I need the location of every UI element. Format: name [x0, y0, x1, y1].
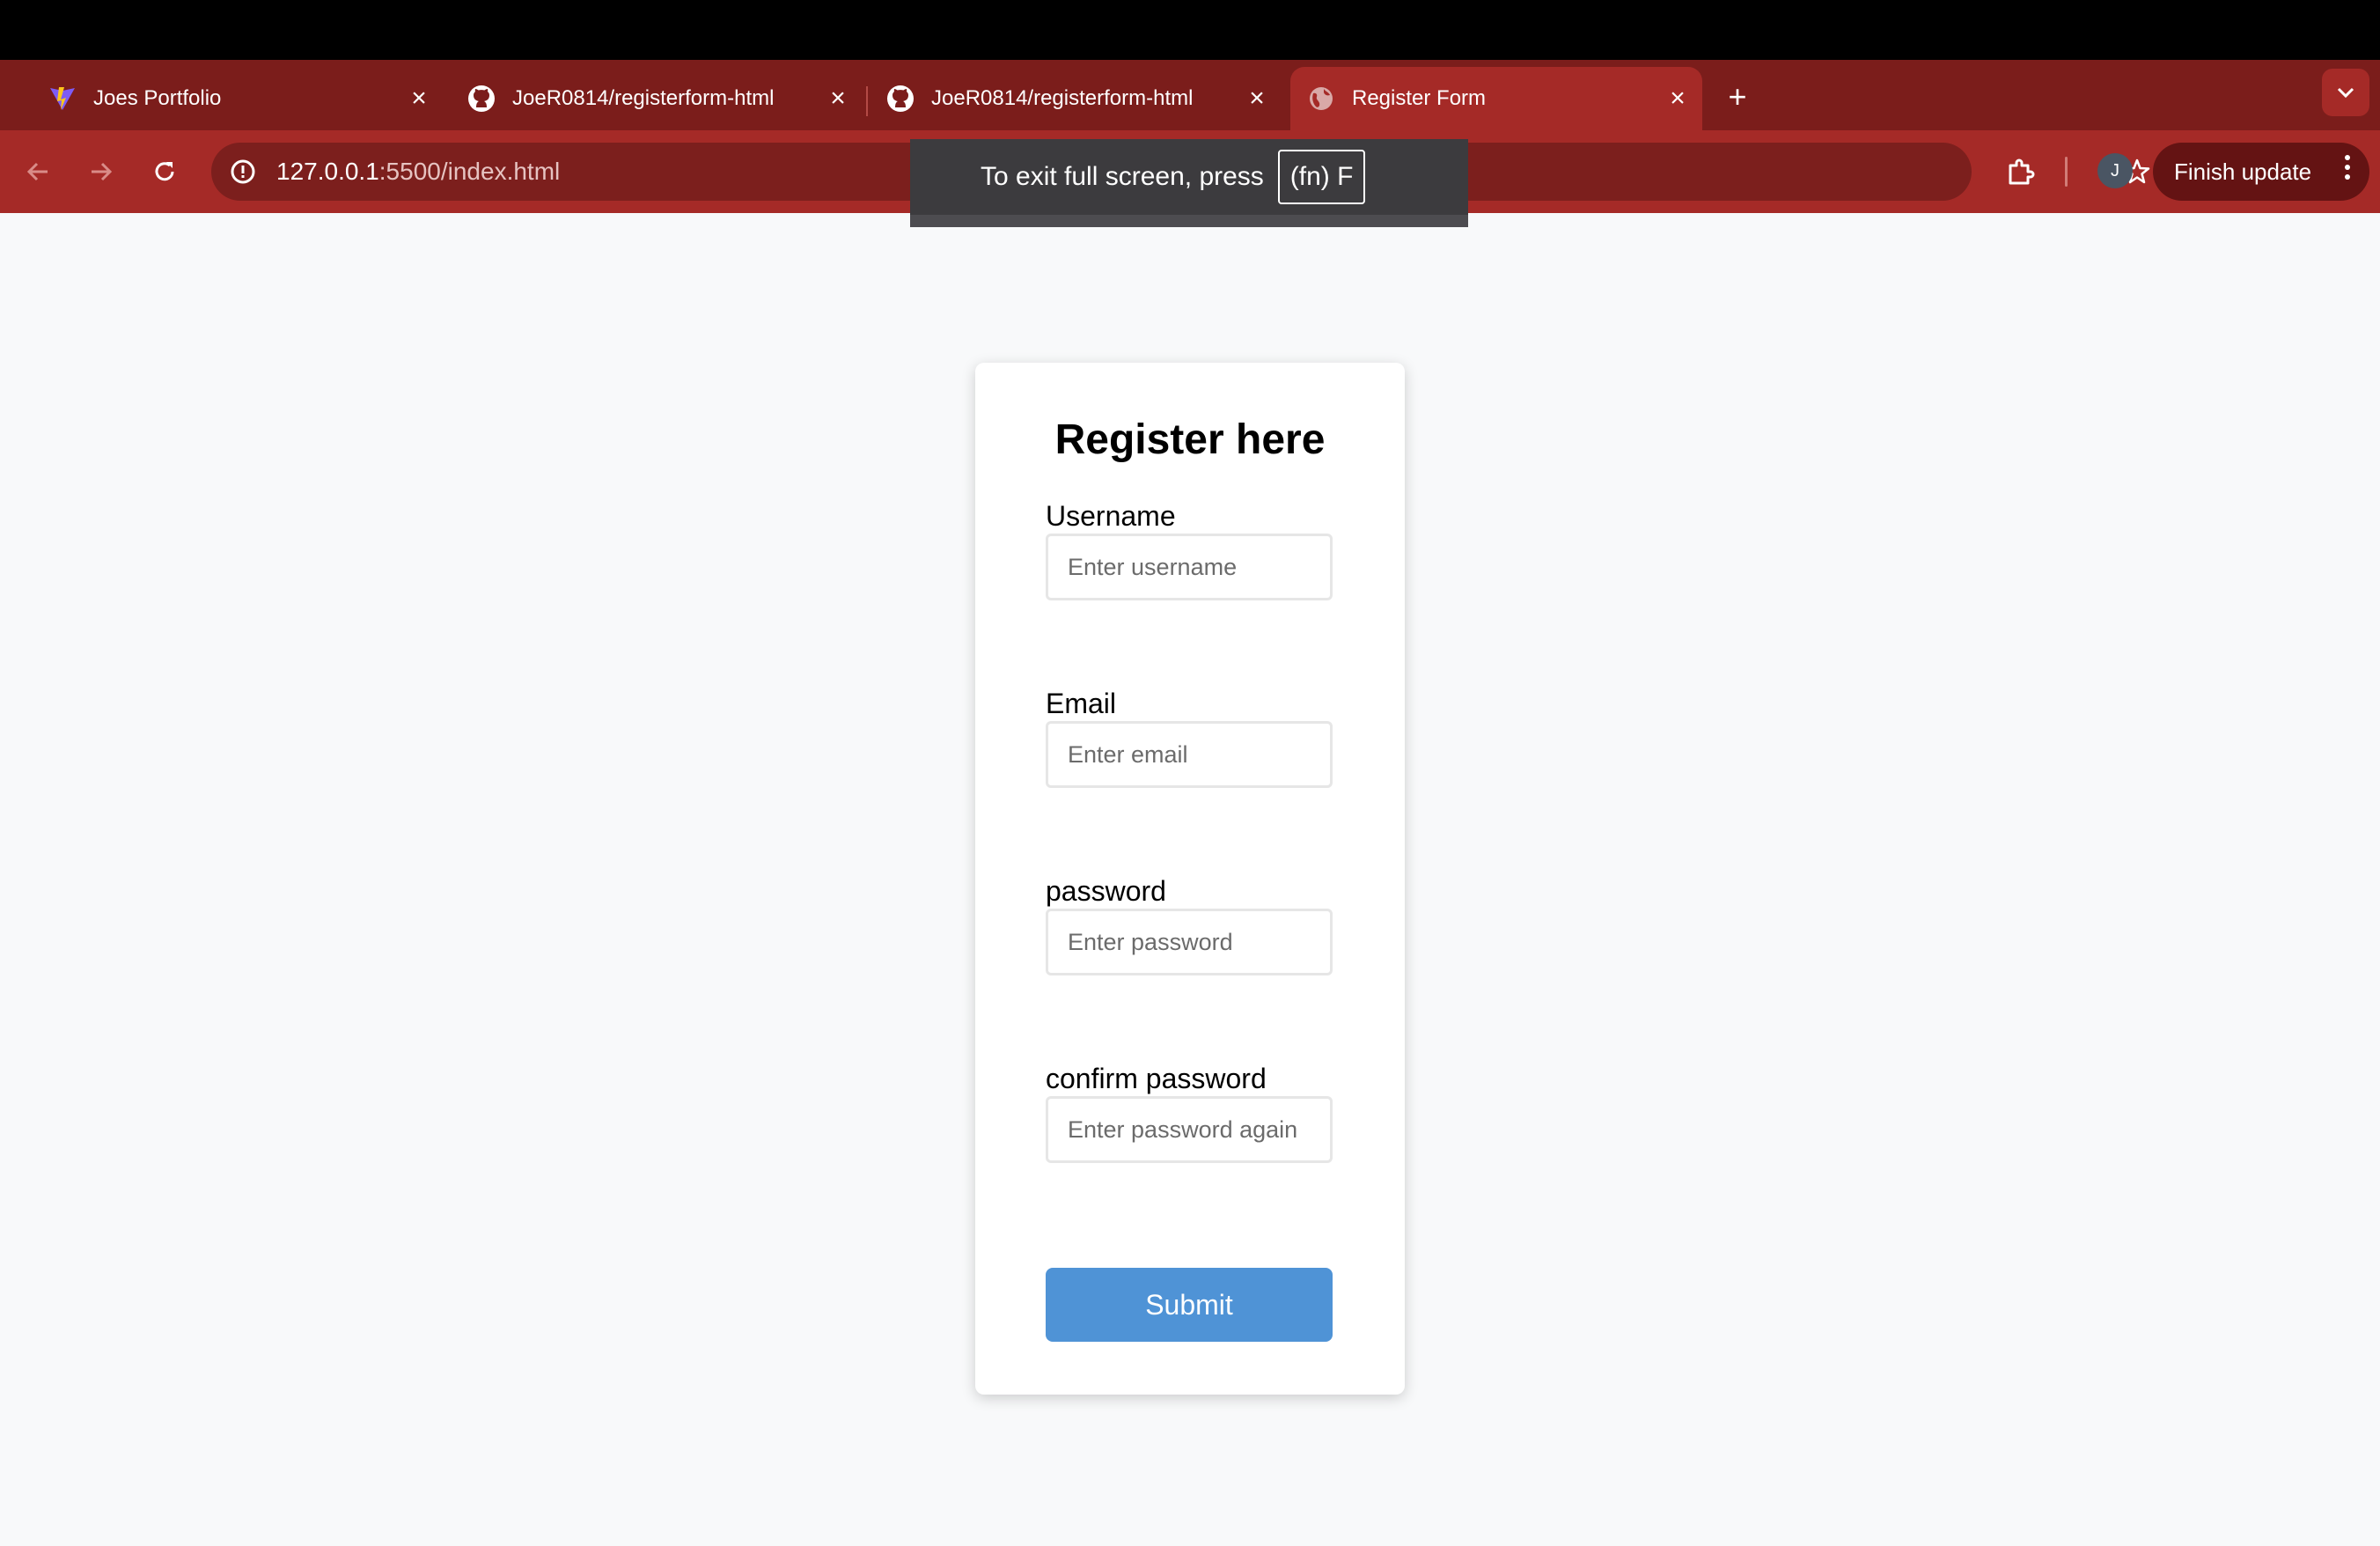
confirm-password-input[interactable] [1046, 1096, 1333, 1163]
profile-avatar[interactable]: J [2097, 153, 2133, 188]
vite-logo-icon [48, 84, 77, 114]
tab-title: Joes Portfolio [93, 86, 222, 110]
tab-github-registerform-2[interactable]: JoeR0814/registerform-html × [870, 67, 1282, 130]
close-icon[interactable]: × [1239, 81, 1274, 116]
username-input[interactable] [1046, 534, 1333, 600]
tab-joes-portfolio[interactable]: Joes Portfolio × [32, 67, 444, 130]
back-button[interactable] [14, 148, 62, 195]
screen-top-bar [0, 0, 2380, 60]
close-icon[interactable]: × [820, 81, 856, 116]
fullscreen-key-hint: (fn) F [1277, 150, 1366, 204]
form-title: Register here [1054, 416, 1326, 463]
tab-strip: Joes Portfolio × JoeR0814/registerform-h… [0, 60, 2380, 130]
globe-icon [1306, 84, 1336, 114]
reload-icon [155, 162, 174, 181]
tab-title: Register Form [1352, 86, 1487, 110]
register-form-card: Register here Username Email password co… [975, 363, 1405, 1395]
finish-update-label: Finish update [2174, 158, 2312, 185]
tab-search-button[interactable] [2322, 69, 2369, 116]
password-label: password [1046, 875, 1166, 907]
tab-title: JoeR0814/registerform-html [931, 86, 1194, 110]
tab-title: JoeR0814/registerform-html [512, 86, 775, 110]
reload-button[interactable] [141, 148, 188, 195]
chevron-down-icon [2337, 87, 2354, 99]
email-input[interactable] [1046, 721, 1333, 788]
tab-register-form[interactable]: Register Form × [1290, 67, 1702, 130]
new-tab-button[interactable]: + [1718, 77, 1757, 116]
fullscreen-notice-text: To exit full screen, press [981, 162, 1264, 191]
github-icon [466, 84, 496, 114]
confirm-password-label: confirm password [1046, 1063, 1267, 1094]
url-path: :5500/index.html [378, 158, 561, 185]
info-icon[interactable] [224, 152, 262, 191]
toolbar-divider [2065, 157, 2068, 187]
close-icon[interactable]: × [401, 81, 437, 116]
url-text[interactable]: 127.0.0.1:5500/index.html [276, 158, 560, 186]
finish-update-button[interactable]: Finish update [2153, 143, 2369, 201]
username-label: Username [1046, 500, 1176, 532]
fullscreen-exit-notice: To exit full screen, press (fn) F [910, 139, 1468, 227]
tab-github-registerform-1[interactable]: JoeR0814/registerform-html × [451, 67, 863, 130]
tab-separator [866, 86, 868, 116]
url-host: 127.0.0.1 [276, 158, 379, 185]
password-input[interactable] [1046, 909, 1333, 975]
arrow-right-icon [92, 162, 113, 181]
extensions-button[interactable] [1996, 148, 2044, 195]
arrow-left-icon [26, 162, 48, 181]
forward-button[interactable] [77, 148, 125, 195]
close-icon[interactable]: × [1660, 81, 1695, 116]
puzzle-icon [2009, 158, 2035, 185]
more-vert-icon [2345, 155, 2350, 180]
email-label: Email [1046, 688, 1117, 719]
submit-button[interactable]: Submit [1046, 1268, 1333, 1342]
github-icon [885, 84, 915, 114]
